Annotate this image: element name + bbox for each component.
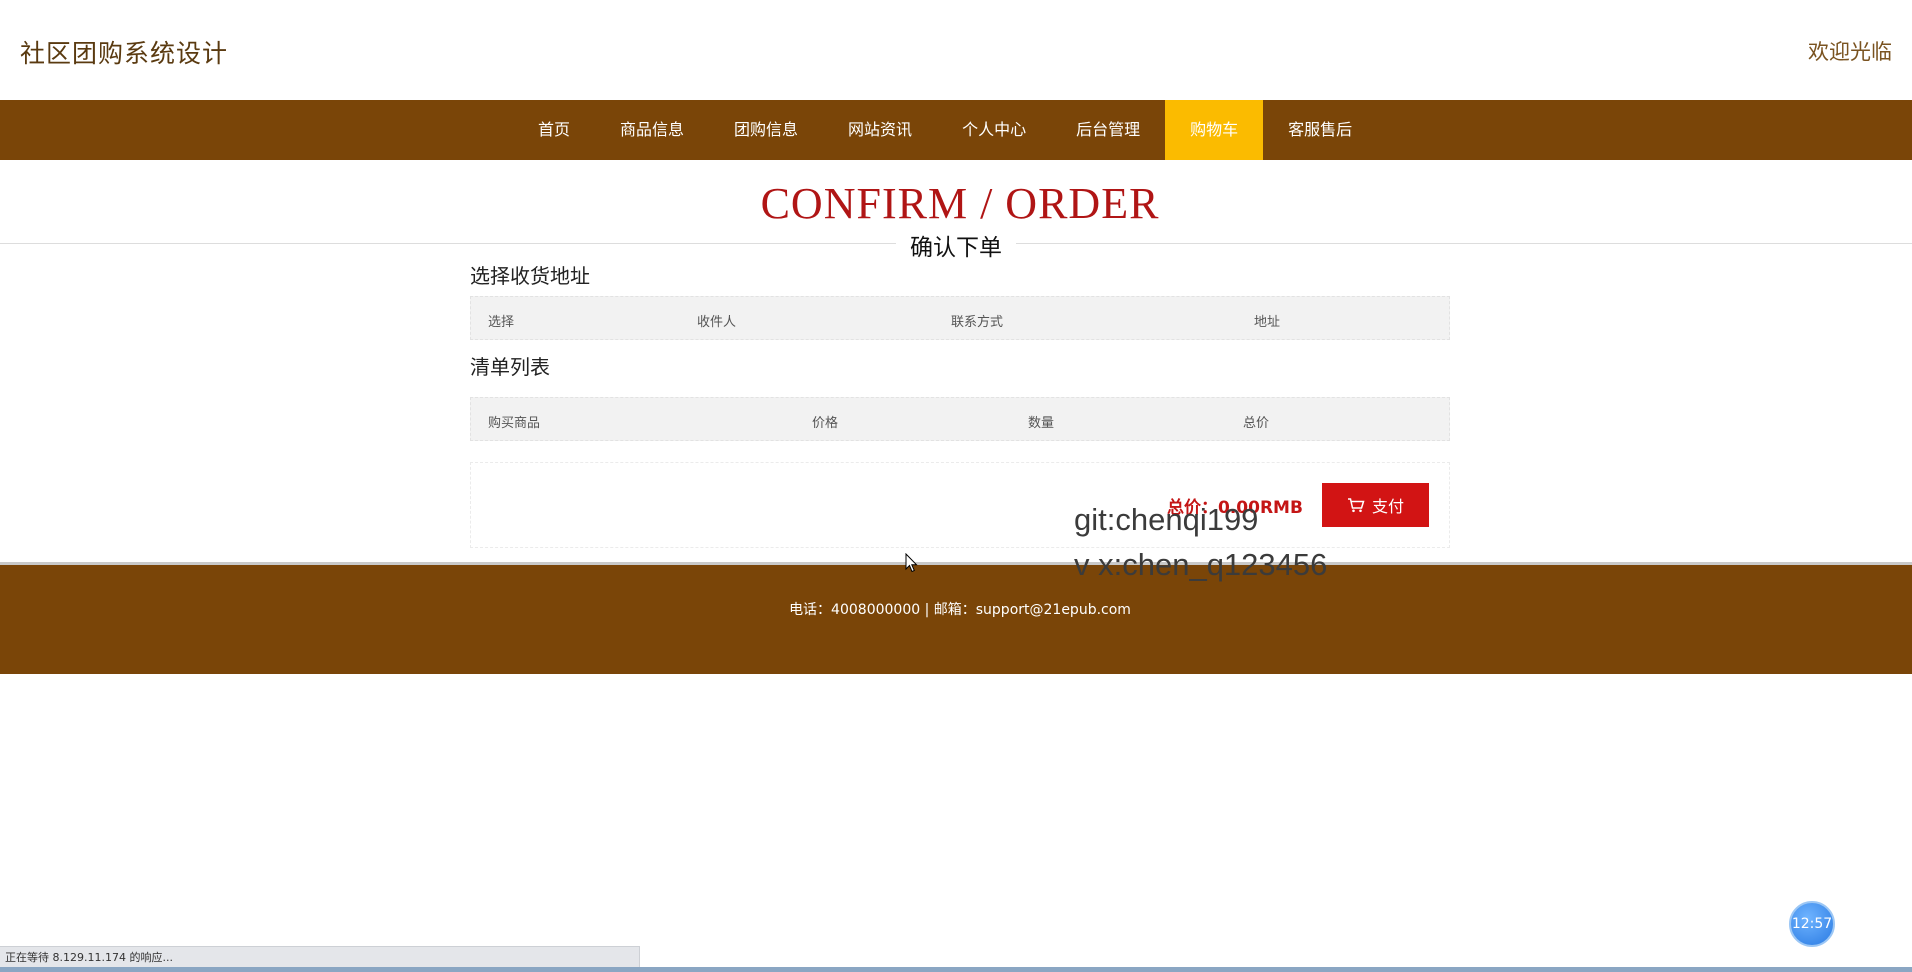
taskbar-edge: [0, 967, 1912, 972]
nav-item-news[interactable]: 网站资讯: [823, 100, 937, 160]
column-header-recipient: 收件人: [697, 315, 737, 330]
watermark-line-2: v x:chen_q123456: [1074, 547, 1328, 582]
page-title: CONFIRM / ORDER: [760, 179, 1160, 228]
nav-item-admin[interactable]: 后台管理: [1051, 100, 1165, 160]
address-heading: 选择收货地址: [470, 264, 590, 288]
floating-clock-widget[interactable]: 12:57: [1789, 901, 1835, 947]
nav-item-home[interactable]: 首页: [513, 100, 595, 160]
watermark-line-1: git:chenqi199: [1074, 502, 1259, 537]
pay-button-label: 支付: [1371, 499, 1404, 516]
column-header-subtotal: 总价: [1243, 416, 1270, 431]
column-header-product: 购买商品: [488, 416, 541, 431]
order-table-header: 购买商品 价格 数量 总价: [470, 397, 1450, 441]
page-subtitle: 确认下单: [896, 228, 1016, 262]
site-header: 社区团购系统设计 欢迎光临: [0, 0, 1912, 100]
nav-item-personal-center[interactable]: 个人中心: [937, 100, 1051, 160]
column-header-address: 地址: [1254, 315, 1281, 330]
main-nav: 首页 商品信息 团购信息 网站资讯 个人中心 后台管理 购物车 客服售后: [0, 100, 1912, 160]
address-table-header: 选择 收件人 联系方式 地址: [470, 296, 1450, 340]
nav-item-cart[interactable]: 购物车: [1165, 100, 1264, 160]
nav-item-customer-service[interactable]: 客服售后: [1263, 100, 1377, 160]
column-header-select: 选择: [488, 315, 515, 330]
nav-items: 首页 商品信息 团购信息 网站资讯 个人中心 后台管理 购物车 客服售后: [513, 100, 1377, 160]
column-header-contact: 联系方式: [951, 315, 1004, 330]
order-list-heading: 清单列表: [470, 355, 550, 379]
nav-item-group-buy[interactable]: 团购信息: [709, 100, 823, 160]
column-header-quantity: 数量: [1028, 416, 1055, 431]
pay-button[interactable]: 支付: [1322, 483, 1429, 527]
order-summary: 总价：0.00RMB 支付: [470, 462, 1450, 548]
site-title: 社区团购系统设计: [20, 39, 229, 68]
welcome-text: 欢迎光临: [1808, 40, 1892, 64]
footer-contact: 电话：4008000000 | 邮箱：support@21epub.com: [789, 602, 1131, 618]
cart-icon: [1347, 498, 1365, 513]
column-header-price: 价格: [812, 416, 839, 431]
site-footer: 电话：4008000000 | 邮箱：support@21epub.com: [0, 562, 1912, 674]
browser-status-bar: 正在等待 8.129.11.174 的响应...: [0, 946, 640, 968]
nav-item-products[interactable]: 商品信息: [595, 100, 709, 160]
mouse-cursor-icon: [905, 553, 918, 573]
